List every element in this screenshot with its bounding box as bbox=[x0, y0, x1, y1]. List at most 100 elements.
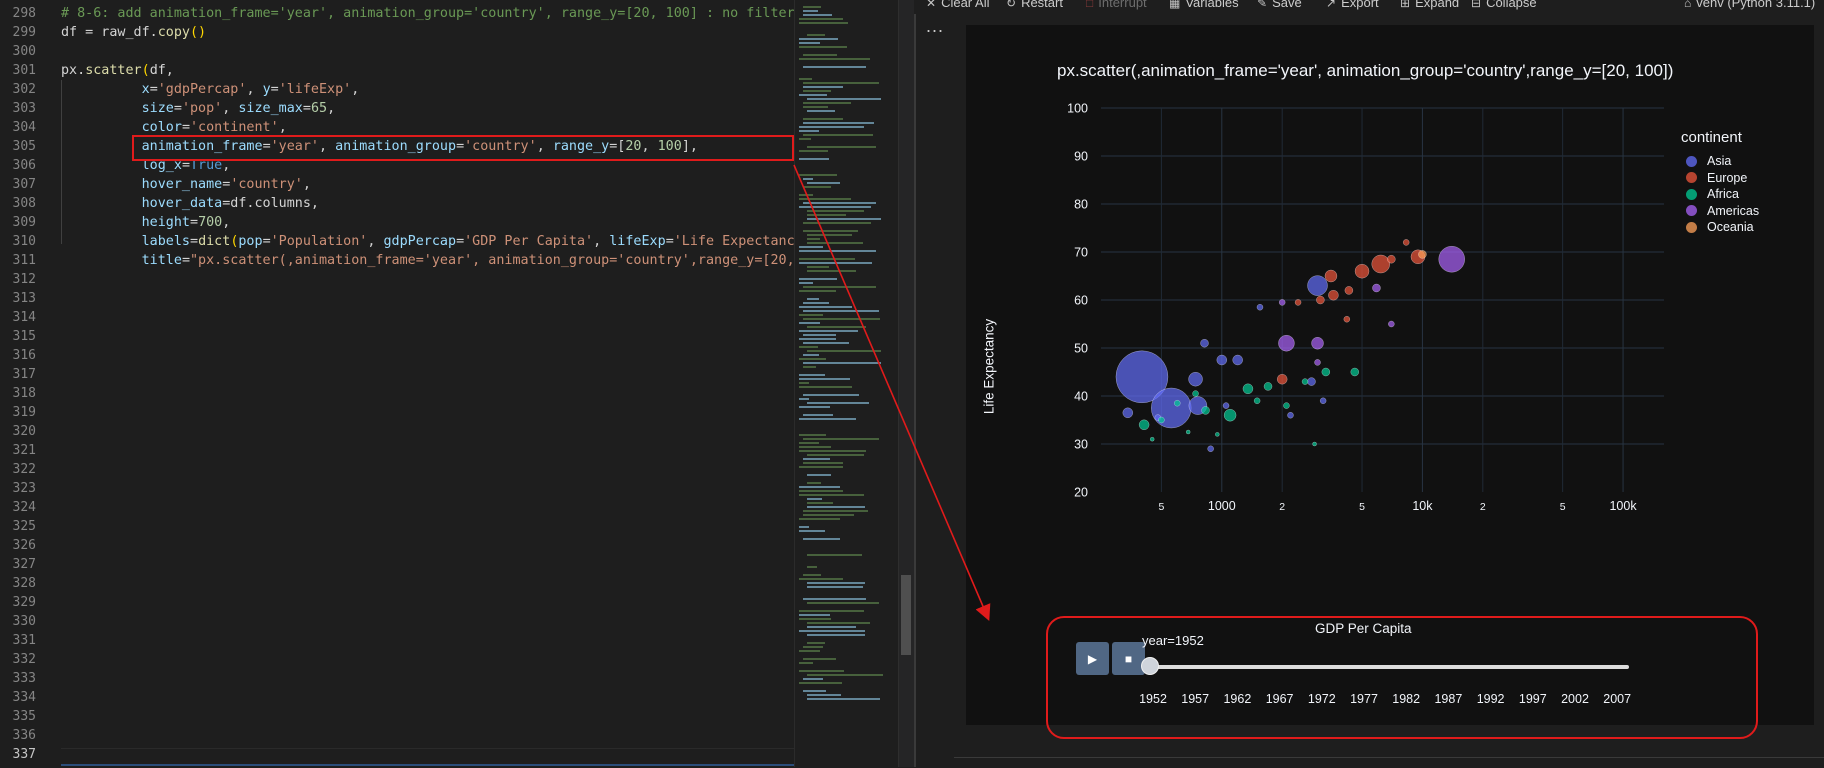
frame-tick-label[interactable]: 1987 bbox=[1434, 692, 1462, 706]
line-number: 336 bbox=[12, 728, 36, 743]
x-tick-label: 10k bbox=[1412, 499, 1433, 513]
line-number: 308 bbox=[12, 196, 36, 211]
editor-scrollbar-thumb[interactable] bbox=[901, 575, 911, 655]
minimap-line bbox=[799, 662, 813, 664]
minimap-line bbox=[807, 326, 866, 328]
code-editor[interactable]: 298 299 300 301 302 303 304 305 306 307 308 309 310 3… bbox=[0, 0, 796, 767]
frame-tick-label[interactable]: 2002 bbox=[1561, 692, 1589, 706]
minimap-line bbox=[803, 414, 833, 416]
code-line[interactable] bbox=[61, 42, 796, 61]
frame-tick-label[interactable]: 1967 bbox=[1266, 692, 1294, 706]
code-token: = bbox=[456, 234, 465, 249]
stop-icon: ■ bbox=[1124, 651, 1133, 666]
frame-slider-rail[interactable] bbox=[1149, 665, 1629, 669]
code-line[interactable]: height=700, bbox=[61, 213, 796, 232]
legend-item-africa[interactable]: Africa bbox=[1682, 185, 1739, 203]
minimap-line bbox=[807, 566, 817, 568]
expand-button[interactable]: ⊞ Expand bbox=[1400, 0, 1459, 10]
save-button[interactable]: ✎ Save bbox=[1257, 0, 1302, 10]
collapse-button[interactable]: ⊟ Collapse bbox=[1471, 0, 1537, 10]
code-token: 700 bbox=[198, 215, 223, 230]
y-tick-label: 30 bbox=[1074, 438, 1088, 452]
interactive-toolbar: ✕ Clear All ↻ Restart □ Interrupt ▦ Variable… bbox=[914, 0, 1824, 14]
more-actions-button[interactable]: ... bbox=[926, 16, 944, 37]
legend-item-americas[interactable]: Americas bbox=[1682, 202, 1759, 220]
code-line[interactable]: px.scatter(df, bbox=[61, 61, 796, 80]
play-button[interactable]: ▶ bbox=[1076, 642, 1109, 675]
legend-item-oceania[interactable]: Oceania bbox=[1682, 218, 1754, 236]
panel-bottom-bar bbox=[954, 757, 1824, 768]
minimap-line bbox=[803, 366, 816, 368]
data-point-europe bbox=[1328, 289, 1339, 301]
pause-button[interactable]: ■ bbox=[1112, 642, 1145, 675]
legend-item-europe[interactable]: Europe bbox=[1682, 169, 1747, 187]
legend-label: Europe bbox=[1707, 170, 1748, 185]
frame-tick-label[interactable]: 1957 bbox=[1181, 692, 1209, 706]
minimap-line bbox=[807, 218, 881, 220]
frame-tick-label[interactable]: 1972 bbox=[1308, 692, 1336, 706]
code-line[interactable]: hover_data=df.columns, bbox=[61, 194, 796, 213]
code-line[interactable]: labels=dict(pop='Population', gdpPercap=… bbox=[61, 232, 796, 251]
kernel-picker[interactable]: ⌂ venv (Python 3.11.1) bbox=[1684, 0, 1815, 10]
code-line[interactable]: # 8-6: add animation_frame='year', anima… bbox=[61, 4, 796, 23]
minimap-line bbox=[803, 690, 826, 692]
line-number: 311 bbox=[12, 253, 36, 268]
code-line[interactable]: title="px.scatter(,animation_frame='year… bbox=[61, 251, 796, 270]
minimap-line bbox=[807, 238, 820, 240]
plotly-figure[interactable]: px.scatter(,animation_frame='year', anim… bbox=[966, 25, 1814, 739]
frame-tick-label[interactable]: 1977 bbox=[1350, 692, 1378, 706]
frame-tick-label[interactable]: 1982 bbox=[1392, 692, 1420, 706]
minimap-line bbox=[803, 514, 854, 516]
minimap-line bbox=[807, 506, 865, 508]
frame-tick-label[interactable]: 1952 bbox=[1139, 692, 1167, 706]
expand-label: Expand bbox=[1415, 0, 1460, 10]
y-tick-label: 100 bbox=[1067, 102, 1088, 116]
minimap-line bbox=[803, 186, 831, 188]
frame-tick-label[interactable]: 2007 bbox=[1603, 692, 1631, 706]
code-token: size_max bbox=[238, 101, 303, 116]
frame-tick-label[interactable]: 1962 bbox=[1223, 692, 1251, 706]
minimap-line bbox=[807, 146, 876, 148]
minimap-line bbox=[799, 442, 819, 444]
minimap-line bbox=[799, 338, 836, 340]
interrupt-button[interactable]: □ Interrupt bbox=[1086, 0, 1147, 10]
code-line[interactable]: df = raw_df.copy() bbox=[61, 23, 796, 42]
minimap-line bbox=[799, 358, 826, 360]
line-number: 310 bbox=[12, 234, 36, 249]
restart-button[interactable]: ↻ Restart bbox=[1006, 0, 1063, 10]
minimap-line bbox=[799, 38, 838, 40]
code-token: copy bbox=[157, 25, 190, 40]
code-line[interactable]: x='gdpPercap', y='lifeExp', bbox=[61, 80, 796, 99]
minimap-line bbox=[803, 134, 873, 136]
minimap-line bbox=[799, 138, 811, 140]
frame-tick-label[interactable]: 1997 bbox=[1519, 692, 1547, 706]
clear-all-button[interactable]: ✕ Clear All bbox=[926, 0, 989, 10]
minimap-line bbox=[799, 518, 840, 520]
minimap-line bbox=[799, 18, 843, 20]
data-point-europe bbox=[1343, 315, 1351, 323]
code-token: , bbox=[222, 101, 239, 116]
line-number: 305 bbox=[12, 139, 36, 154]
restart-label: Restart bbox=[1021, 0, 1063, 10]
data-point-africa bbox=[1321, 367, 1331, 377]
frame-tick-label[interactable]: 1992 bbox=[1477, 692, 1505, 706]
data-point-europe bbox=[1316, 295, 1325, 305]
minimap-line bbox=[807, 502, 833, 504]
variables-button[interactable]: ▦ Variables bbox=[1169, 0, 1239, 10]
x-tick-label: 2 bbox=[1480, 501, 1486, 513]
legend-item-asia[interactable]: Asia bbox=[1682, 152, 1731, 170]
data-point-africa bbox=[1201, 406, 1210, 415]
export-button[interactable]: ↗ Export bbox=[1326, 0, 1379, 10]
minimap[interactable] bbox=[794, 0, 899, 767]
frame-slider-handle[interactable] bbox=[1141, 657, 1159, 675]
line-number: 334 bbox=[12, 690, 36, 705]
line-number: 299 bbox=[12, 25, 36, 40]
minimap-line bbox=[799, 382, 809, 384]
line-number: 323 bbox=[12, 481, 36, 496]
code-token: , bbox=[367, 234, 384, 249]
code-line[interactable]: hover_name='country', bbox=[61, 175, 796, 194]
code-line[interactable]: size='pop', size_max=65, bbox=[61, 99, 796, 118]
line-number: 325 bbox=[12, 519, 36, 534]
